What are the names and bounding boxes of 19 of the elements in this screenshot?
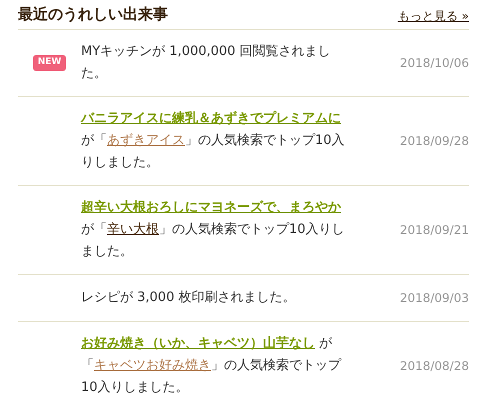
recipe-link[interactable]: バニラアイスに練乳＆あずきでプレミアムに	[81, 111, 341, 126]
event-text: お好み焼き（いか、キャベツ）山芋なし が「キャベツお好み焼き」の人気検索でトップ10入りしました。	[81, 335, 342, 397]
section-title: 最近のうれしい出来事	[18, 4, 168, 24]
event-date: 2018/09/03	[400, 290, 469, 307]
event-date: 2018/08/28	[400, 358, 469, 375]
keyword-link[interactable]: キャベツお好み焼き	[94, 358, 211, 373]
recipe-link[interactable]: 超辛い大根おろしにマヨネーズで、まろやか	[81, 200, 341, 215]
event-text: MYキッチンが 1,000,000 回閲覧されました。	[81, 43, 332, 83]
event-text: 超辛い大根おろしにマヨネーズで、まろやか が「辛い大根」の人気検索でトップ10入りしました。	[81, 198, 346, 261]
event-date: 2018/09/21	[400, 222, 469, 239]
keyword-link[interactable]: 辛い大根	[107, 222, 159, 237]
more-link[interactable]: もっと見る »	[398, 7, 469, 25]
recipe-link[interactable]: お好み焼き（いか、キャベツ）山芋なし	[81, 336, 315, 351]
event-date: 2018/09/28	[400, 133, 469, 150]
new-badge: NEW	[32, 55, 66, 71]
event-text: バニラアイスに練乳＆あずきでプレミアムに が「あずきアイス」の人気検索でトップ10入りしました。	[81, 110, 346, 172]
keyword-link[interactable]: あずきアイス	[107, 133, 185, 148]
event-text: レシピが 3,000 枚印刷されました。	[81, 289, 296, 307]
event-date: 2018/10/06	[400, 55, 469, 72]
